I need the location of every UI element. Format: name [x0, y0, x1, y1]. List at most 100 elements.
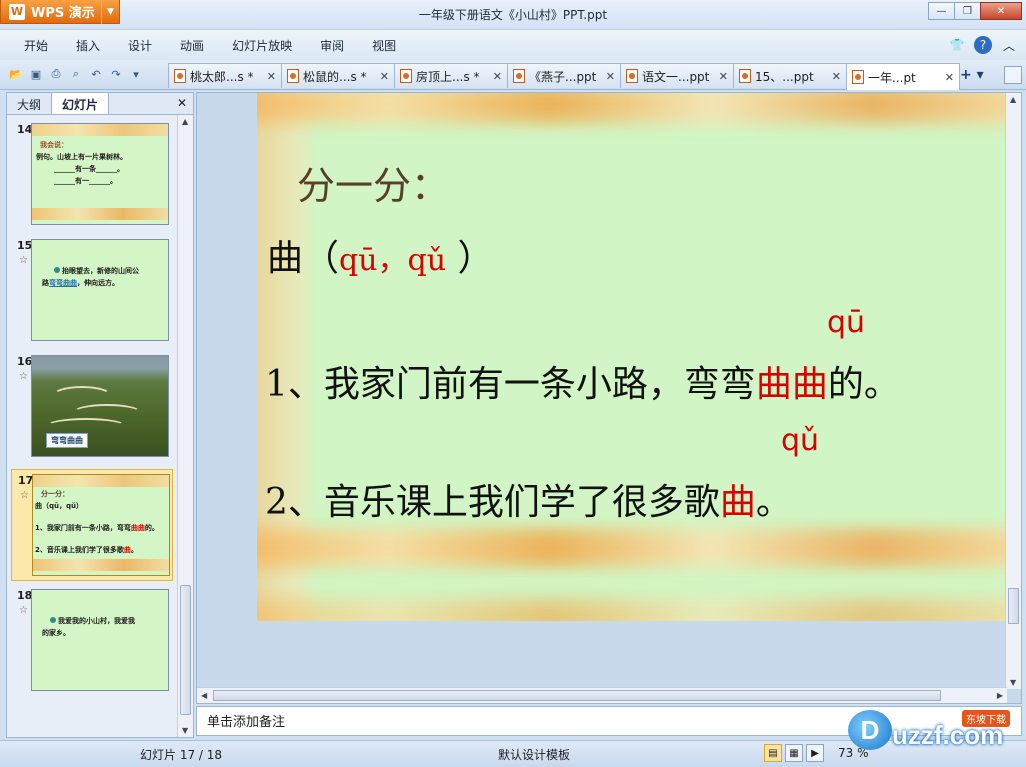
pinyin-label-1[interactable]: qū	[827, 305, 865, 340]
print-icon[interactable]: ⎙	[48, 66, 64, 82]
thumb-text: 1、我家门前有一条小路，弯弯	[35, 524, 131, 532]
thumb-text-red: 曲曲	[130, 524, 145, 532]
scroll-right-icon[interactable]: ▶	[997, 691, 1003, 700]
slide-thumbnail-17-selected[interactable]: 17 ☆ 分一分： 曲（qū，qǔ） 1、我家门前有一条小路，弯弯曲曲的。 2、…	[11, 469, 173, 581]
sentence-text: 2、音乐课上我们学了很多歌	[265, 482, 720, 523]
doc-tab[interactable]: 15、...ppt ✕	[733, 63, 847, 88]
scroll-down-icon[interactable]: ▼	[1010, 678, 1016, 687]
thumb-text: 路弯弯曲曲，伸向远方。	[42, 278, 119, 289]
slideshow-view-icon[interactable]: ▶	[806, 744, 824, 762]
thumb-text: ______有一______。	[54, 177, 117, 185]
animation-star-icon: ☆	[19, 255, 28, 266]
doc-tab-strip: 桃太郎...s * ✕ 松鼠的...s * ✕ 房顶上...s * ✕ 《燕子...p…	[168, 63, 960, 90]
open-folder-icon[interactable]: 📂	[8, 66, 24, 82]
close-pane-icon[interactable]: ✕	[177, 96, 187, 110]
close-tab-icon[interactable]: ✕	[380, 70, 389, 83]
slide-thumbnail-18[interactable]: 18 ☆ 我爱我的小山村，我爱我 的家乡。	[11, 589, 173, 695]
customize-toolbar-icon[interactable]: ▾	[128, 66, 144, 82]
thumb-text: 2、音乐课上我们学了很多歌	[35, 546, 124, 554]
road-curve	[46, 418, 126, 434]
close-tab-icon[interactable]: ✕	[719, 70, 728, 83]
minimize-button[interactable]: —	[928, 2, 955, 20]
maximize-button[interactable]: ❐	[954, 2, 981, 20]
site-watermark: D uzzf.com 东坡下载	[842, 702, 1022, 762]
road-curve	[52, 386, 112, 406]
menu-design[interactable]: 设计	[114, 37, 166, 54]
doc-tab[interactable]: 房顶上...s * ✕	[394, 63, 508, 88]
doc-tab[interactable]: 桃太郎...s * ✕	[168, 63, 282, 88]
scroll-left-icon[interactable]: ◀	[201, 691, 207, 700]
new-tab-button[interactable]: + ▾	[960, 66, 990, 84]
scroll-up-icon[interactable]: ▲	[182, 117, 188, 126]
decor-band	[32, 124, 168, 136]
ppt-file-icon	[400, 69, 412, 83]
doc-tab[interactable]: 松鼠的...s * ✕	[281, 63, 395, 88]
ribbon-collapse-icon[interactable]: ︿	[1000, 36, 1018, 54]
scroll-down-icon[interactable]: ▼	[182, 726, 188, 735]
undo-icon[interactable]: ↶	[88, 66, 104, 82]
scrollbar-thumb[interactable]	[213, 690, 941, 701]
example-sentence-1[interactable]: 1、我家门前有一条小路，弯弯曲曲的。	[265, 355, 900, 407]
close-tab-icon[interactable]: ✕	[945, 71, 954, 84]
sentence-text: 1、我家门前有一条小路，弯弯	[265, 364, 756, 405]
doc-tab-label: 松鼠的...s *	[303, 69, 367, 84]
close-tab-icon[interactable]: ✕	[832, 70, 841, 83]
thumb-text: 2、音乐课上我们学了很多歌曲。	[35, 545, 138, 556]
slide-title[interactable]: 分一分：	[297, 155, 449, 210]
doc-tab-label: 15、...ppt	[755, 69, 814, 84]
thumb-text: 我爱我的小山村，我爱我	[58, 617, 135, 625]
skin-shirt-icon[interactable]: 👕	[948, 36, 966, 54]
slides-pane: 大纲 幻灯片 ✕ 14 我会说： 例句。山坡上有一片果树林。 ______有一条…	[6, 92, 194, 738]
doc-tab[interactable]: 《燕子...ppt ✕	[507, 63, 621, 88]
thumbnail-list: 14 我会说： 例句。山坡上有一片果树林。 ______有一条______。 _…	[7, 115, 175, 737]
scrollbar-thumb[interactable]	[180, 585, 191, 715]
bullet-dot-icon	[54, 267, 60, 273]
slide-thumbnail-16[interactable]: 16 ☆ 弯弯曲曲	[11, 355, 173, 461]
menu-review[interactable]: 审阅	[306, 37, 358, 54]
example-sentence-2[interactable]: 2、音乐课上我们学了很多歌曲。	[265, 473, 792, 525]
close-tab-icon[interactable]: ✕	[267, 70, 276, 83]
thumb-text: 例句。山坡上有一片果树林。	[36, 153, 127, 161]
print-preview-icon[interactable]: ⌕	[68, 66, 84, 82]
tab-slides[interactable]: 幻灯片	[51, 93, 110, 114]
doc-tab-label: 《燕子...ppt	[529, 69, 597, 84]
slide-thumbnail-14[interactable]: 14 我会说： 例句。山坡上有一片果树林。 ______有一条______。 _…	[11, 123, 173, 229]
slide-horizontal-scrollbar[interactable]: ◀ ▶	[197, 687, 1007, 703]
slide-counter: 幻灯片 17 / 18	[140, 748, 223, 762]
slide-vertical-scrollbar[interactable]: ▲ ▼	[1005, 93, 1021, 689]
menu-animation[interactable]: 动画	[166, 37, 218, 54]
scroll-up-icon[interactable]: ▲	[1010, 95, 1016, 104]
menu-home[interactable]: 开始	[10, 37, 62, 54]
decor-band	[33, 559, 169, 571]
mountain-road-photo: 弯弯曲曲	[32, 356, 168, 456]
restore-window-icon[interactable]	[1004, 66, 1022, 84]
save-icon[interactable]: ▣	[28, 66, 44, 82]
animation-star-icon: ☆	[19, 605, 28, 616]
slide-thumbnail-15[interactable]: 15 ☆ 抬眼望去，新修的山间公 路弯弯曲曲，伸向远方。	[11, 239, 173, 345]
doc-tab[interactable]: 语文一...ppt ✕	[620, 63, 734, 88]
scrollbar-thumb[interactable]	[1008, 588, 1019, 624]
close-tab-icon[interactable]: ✕	[493, 70, 502, 83]
doc-tab-active[interactable]: 一年...pt ✕	[846, 63, 960, 90]
normal-view-icon[interactable]: ▤	[764, 744, 782, 762]
slide-sorter-view-icon[interactable]: ▦	[785, 744, 803, 762]
thumb-text: ______有一条______。	[54, 165, 124, 173]
slide-character-line[interactable]: 曲（qū，qǔ ）	[267, 229, 494, 281]
thumbnail-image: 弯弯曲曲	[31, 355, 169, 457]
menu-insert[interactable]: 插入	[62, 37, 114, 54]
menu-slideshow[interactable]: 幻灯片放映	[218, 37, 306, 54]
tab-outline[interactable]: 大纲	[7, 93, 51, 114]
close-button[interactable]: ✕	[980, 2, 1022, 20]
window-title: 一年级下册语文《小山村》PPT.ppt	[418, 8, 608, 22]
current-slide[interactable]: 分一分： 曲（qū，qǔ ） qū 1、我家门前有一条小路，弯弯曲曲的。 qǔ …	[257, 93, 1005, 621]
close-tab-icon[interactable]: ✕	[606, 70, 615, 83]
redo-icon[interactable]: ↷	[108, 66, 124, 82]
highlight-word: 曲	[719, 482, 756, 523]
pinyin-label-2[interactable]: qǔ	[781, 423, 819, 458]
help-icon[interactable]: ?	[974, 36, 992, 54]
thumb-text: 1、我家门前有一条小路，弯弯曲曲的。	[35, 523, 159, 534]
thumbnail-scrollbar[interactable]: ▲ ▼	[177, 115, 193, 737]
animation-star-icon: ☆	[20, 490, 29, 501]
pane-tabs: 大纲 幻灯片 ✕	[7, 93, 193, 115]
menu-view[interactable]: 视图	[358, 37, 410, 54]
